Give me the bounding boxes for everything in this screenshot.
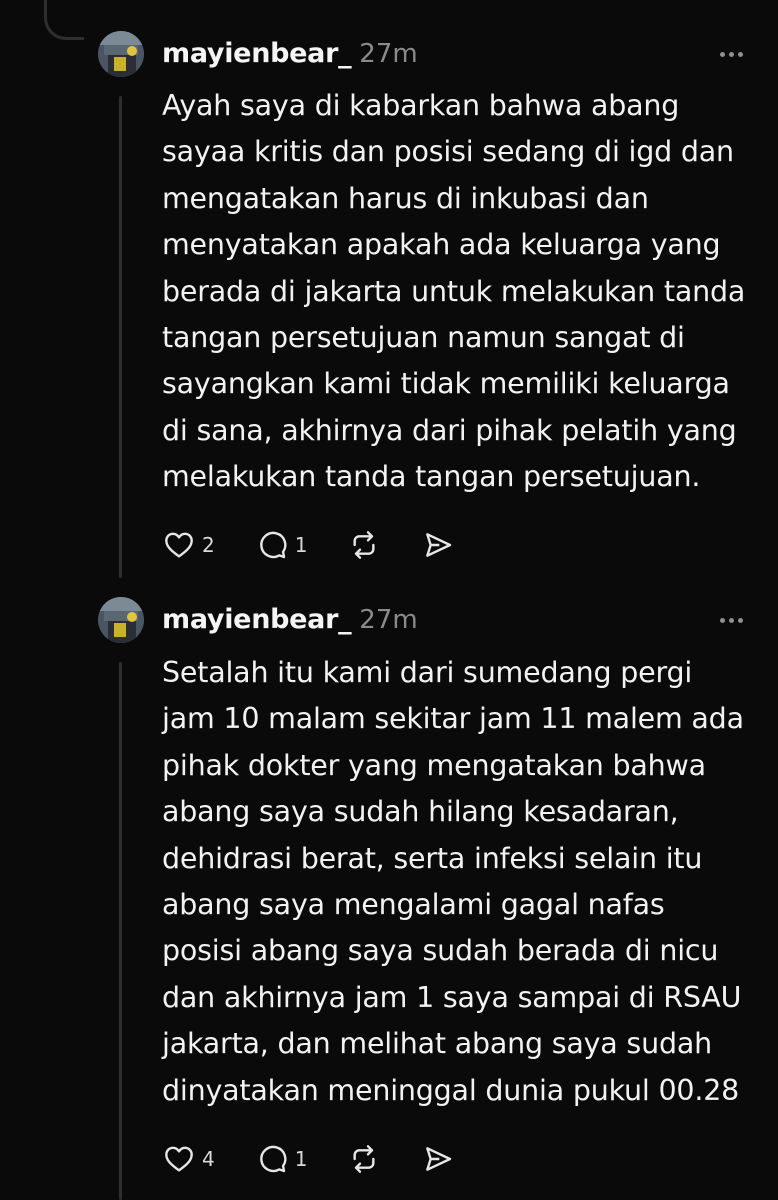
avatar[interactable] (98, 597, 144, 643)
post-line: mengatakan harus di inkubasi dan (162, 181, 649, 215)
post-line: sayaa kritis dan posisi sedang di igd da… (162, 135, 734, 169)
heart-icon (165, 532, 193, 558)
post-line: tangan persetujuan namun sangat di (162, 321, 685, 355)
post-line: abang saya mengalami gagal nafas (162, 888, 665, 922)
reply-count: 1 (294, 1147, 308, 1171)
share-button[interactable] (421, 1143, 455, 1175)
thread-connector (44, 0, 84, 40)
comment-icon (259, 1145, 287, 1173)
repost-button[interactable] (347, 529, 381, 561)
post-line: melakukan tanda tangan persetujuan. (162, 460, 701, 494)
reply-button[interactable]: 1 (255, 1143, 308, 1175)
like-count: 2 (202, 533, 215, 557)
comment-icon (259, 531, 287, 559)
heart-icon (165, 1146, 193, 1172)
send-icon (426, 1147, 452, 1171)
post-line: di sana, akhirnya dari pihak pelatih yan… (162, 413, 737, 447)
send-icon (426, 533, 452, 557)
like-button[interactable]: 4 (162, 1143, 215, 1175)
post-header: mayienbear_ 27m (162, 38, 418, 69)
post-line: berada di jakarta untuk melakukan tanda (162, 274, 746, 308)
like-button[interactable]: 2 (162, 529, 215, 561)
username[interactable]: mayienbear_ (162, 604, 352, 635)
repost-button[interactable] (347, 1143, 381, 1175)
thread-line (119, 662, 122, 1200)
like-count: 4 (202, 1147, 215, 1171)
post-time: 27m (359, 39, 418, 69)
post-line: posisi abang saya sudah berada di nicu (162, 934, 719, 968)
repost-icon (353, 1145, 376, 1173)
post-actions: 4 1 (162, 1143, 495, 1175)
more-dots-icon[interactable] (720, 618, 743, 623)
more-dots-icon[interactable] (720, 52, 743, 57)
post-actions: 2 1 (162, 529, 495, 561)
repost-icon (353, 531, 376, 559)
reply-button[interactable]: 1 (255, 529, 308, 561)
post-body: Setalah itu kami dari sumedang pergi jam… (162, 650, 752, 1114)
share-button[interactable] (421, 529, 455, 561)
post-line: dinyatakan meninggal dunia pukul 00.28 (162, 1073, 740, 1107)
post-line: jam 10 malam sekitar jam 11 malem ada (162, 702, 744, 736)
post-line: Ayah saya di kabarkan bahwa abang (162, 89, 680, 122)
avatar[interactable] (98, 31, 144, 77)
post-line: dehidrasi berat, serta infeksi selain it… (162, 841, 703, 875)
post-header: mayienbear_ 27m (162, 604, 418, 635)
post-line: dan akhirnya jam 1 saya sampai di RSAU (162, 980, 742, 1014)
post-time: 27m (359, 605, 418, 635)
post-line: pihak dokter yang mengatakan bahwa (162, 748, 706, 782)
post-line: menyatakan apakah ada keluarga yang (162, 228, 721, 262)
reply-count: 1 (294, 533, 308, 557)
post-line: Setalah itu kami dari sumedang pergi (162, 656, 693, 689)
post-line: abang saya sudah hilang kesadaran, (162, 795, 679, 829)
post-line: jakarta, dan melihat abang saya sudah (162, 1027, 712, 1061)
username[interactable]: mayienbear_ (162, 38, 352, 69)
post-line: sayangkan kami tidak memiliki keluarga (162, 367, 730, 401)
thread-line (119, 96, 122, 578)
post-body: Ayah saya di kabarkan bahwa abang sayaa … (162, 83, 752, 501)
